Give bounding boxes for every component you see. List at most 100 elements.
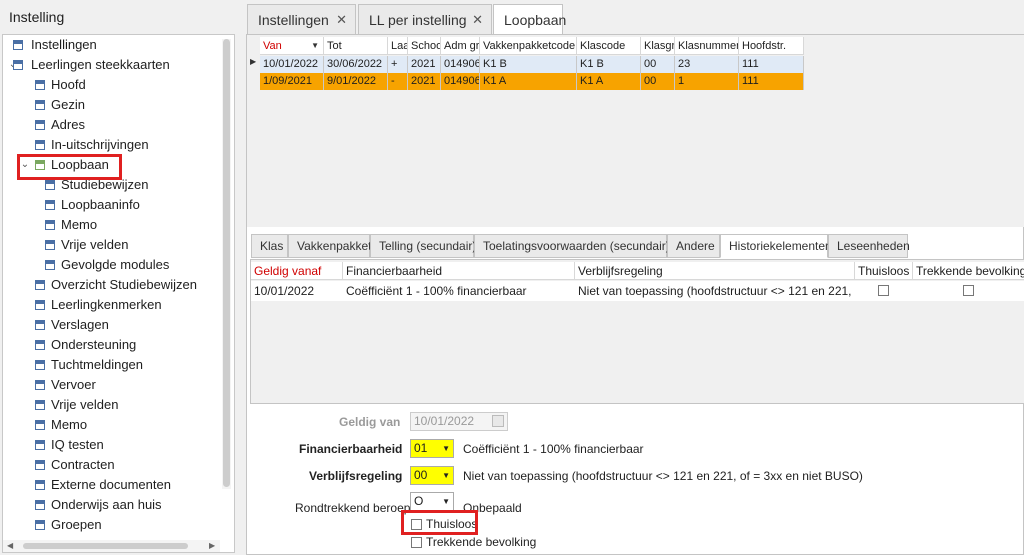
cell-thuisloos[interactable] — [855, 281, 913, 301]
grid-cell[interactable]: - — [388, 73, 408, 90]
cell-financierbaarheid[interactable]: Coëfficiënt 1 - 100% financierbaar — [343, 281, 575, 301]
rondtrekkend-beroep-select[interactable]: O ▼ — [410, 492, 454, 511]
tree-item-vervoer[interactable]: Vervoer — [3, 375, 218, 395]
tree-item-iq-testen[interactable]: IQ testen — [3, 435, 218, 455]
scrollbar-thumb[interactable] — [223, 39, 230, 487]
column-header-klascode[interactable]: Klascode — [577, 37, 641, 55]
tree-item-label: Hoofd — [51, 77, 86, 92]
trekkende-grid-checkbox[interactable] — [963, 285, 974, 296]
scroll-left-icon[interactable]: ◀ — [7, 540, 13, 552]
tree-item-hoofd[interactable]: Hoofd — [3, 75, 218, 95]
column-header-financierbaarheid[interactable]: Financierbaarheid — [343, 262, 575, 280]
close-icon[interactable]: ✕ — [472, 5, 483, 35]
grid-cell[interactable]: K1 B — [480, 56, 577, 73]
tree-item-ondersteuning[interactable]: Ondersteuning — [3, 335, 218, 355]
column-header-klasnummer[interactable]: Klasnummer — [675, 37, 739, 55]
select-value: 01 — [414, 441, 428, 455]
scrollbar-thumb[interactable] — [23, 543, 188, 549]
grid-cell[interactable]: 014906 — [441, 73, 480, 90]
verblijfsregeling-select[interactable]: 00 ▼ — [410, 466, 454, 485]
column-header-hoofdstr[interactable]: Hoofdstr. — [739, 37, 804, 55]
cell-geldig-vanaf[interactable]: 10/01/2022 — [251, 281, 343, 301]
tree-item-leerlingkenmerken[interactable]: Leerlingkenmerken — [3, 295, 218, 315]
column-header-geldig-vanaf[interactable]: Geldig vanaf — [251, 262, 343, 280]
tree-item-in-uitschrijvingen[interactable]: In-uitschrijvingen — [3, 135, 218, 155]
tree-horizontal-scrollbar[interactable]: ◀ ▶ — [3, 540, 220, 552]
tree-item-instellingen[interactable]: Instellingen — [3, 35, 218, 55]
grid-cell[interactable]: 23 — [675, 56, 739, 73]
grid-cell[interactable]: 014906 — [441, 56, 480, 73]
financierbaarheid-select[interactable]: 01 ▼ — [410, 439, 454, 458]
tree-item-groepen[interactable]: Groepen — [3, 515, 218, 535]
grid-cell[interactable]: K1 B — [577, 56, 641, 73]
trekkende-bevolking-checkbox[interactable] — [411, 537, 422, 548]
grid-cell[interactable]: + — [388, 56, 408, 73]
tree-item-onderwijs-aan-huis[interactable]: Onderwijs aan huis — [3, 495, 218, 515]
subtab-andere[interactable]: Andere — [667, 234, 720, 258]
grid-cell[interactable]: 10/01/2022 — [260, 56, 324, 73]
subtab-leseenheden[interactable]: Leseenheden — [828, 234, 910, 258]
tree-item-loopbaaninfo[interactable]: Loopbaaninfo — [3, 195, 218, 215]
subtab-klas[interactable]: Klas — [251, 234, 288, 258]
thuisloos-grid-checkbox[interactable] — [878, 285, 889, 296]
geldig-van-label: Geldig van — [339, 415, 401, 429]
grid-cell[interactable]: 00 — [641, 73, 675, 90]
tree-item-verslagen[interactable]: Verslagen — [3, 315, 218, 335]
close-icon[interactable]: ✕ — [336, 5, 347, 35]
subtab-vakkenpakket[interactable]: Vakkenpakket — [288, 234, 372, 258]
scroll-right-icon[interactable]: ▶ — [209, 540, 215, 552]
tree-item-externe-documenten[interactable]: Externe documenten — [3, 475, 218, 495]
tree-item-memo[interactable]: Memo — [3, 415, 218, 435]
geldig-van-date-field[interactable]: 10/01/2022 — [410, 412, 508, 431]
column-header-laa[interactable]: Laa — [388, 37, 408, 55]
tab-ll-per-instelling[interactable]: LL per instelling ✕ — [358, 4, 492, 34]
dropdown-arrow-icon[interactable]: ▼ — [442, 440, 450, 457]
grid-cell[interactable]: 9/01/2022 — [324, 73, 388, 90]
grid-cell[interactable]: 2021 — [408, 56, 441, 73]
tree-item-vrije-velden[interactable]: Vrije velden — [3, 235, 218, 255]
trekkende-bevolking-label[interactable]: Trekkende bevolking — [426, 535, 536, 549]
column-header-verblijfsregeling[interactable]: Verblijfsregeling — [575, 262, 855, 280]
column-header-tot[interactable]: Tot — [324, 37, 388, 55]
grid-cell[interactable]: 00 — [641, 56, 675, 73]
grid-cell[interactable]: 2021 — [408, 73, 441, 90]
tree-item-contracten[interactable]: Contracten — [3, 455, 218, 475]
tree-item-tuchtmeldingen[interactable]: Tuchtmeldingen — [3, 355, 218, 375]
grid-cell[interactable]: K1 A — [480, 73, 577, 90]
dropdown-arrow-icon[interactable]: ▼ — [442, 493, 450, 510]
subtab-telling-secundair-[interactable]: Telling (secundair) — [370, 234, 476, 258]
subtab-toelatingsvoorwaarden-secundair-[interactable]: Toelatingsvoorwaarden (secundair) — [474, 234, 670, 258]
cell-verblijfsregeling[interactable]: Niet van toepassing (hoofdstructuur <> 1… — [575, 281, 855, 301]
tree-item-gevolgde-modules[interactable]: Gevolgde modules — [3, 255, 218, 275]
dropdown-arrow-icon[interactable]: ▼ — [442, 467, 450, 484]
column-header-thuisloos[interactable]: Thuisloos — [855, 262, 913, 280]
tree-item-memo[interactable]: Memo — [3, 215, 218, 235]
grid-cell[interactable]: 1 — [675, 73, 739, 90]
column-header-school[interactable]: Schoo — [408, 37, 441, 55]
calendar-icon[interactable] — [492, 415, 504, 427]
column-header-van[interactable]: Van ▼ — [260, 37, 324, 55]
tree-vertical-scrollbar[interactable] — [222, 39, 231, 489]
grid-cell[interactable]: 30/06/2022 — [324, 56, 388, 73]
table-icon — [35, 460, 45, 470]
table-icon — [35, 400, 45, 410]
grid-cell[interactable]: 111 — [739, 56, 804, 73]
column-header-klasgr[interactable]: Klasgr — [641, 37, 675, 55]
column-header-vakkenpakketcode[interactable]: Vakkenpakketcode — [480, 37, 577, 55]
cell-trekkende[interactable] — [913, 281, 1024, 301]
tab-loopbaan[interactable]: Loopbaan — [493, 4, 566, 35]
tree-item-vrije-velden[interactable]: Vrije velden — [3, 395, 218, 415]
subtab-historiekelementen[interactable]: Historiekelementen — [720, 234, 832, 258]
column-header-adm[interactable]: Adm gr — [441, 37, 480, 55]
tree-item-leerlingen-steekkaarten[interactable]: ⌄Leerlingen steekkaarten — [3, 55, 218, 75]
tree-item-label: Onderwijs aan huis — [51, 497, 162, 512]
tree-item-gezin[interactable]: Gezin — [3, 95, 218, 115]
grid-cell[interactable]: 1/09/2021 — [260, 73, 324, 90]
tab-instellingen[interactable]: Instellingen ✕ — [247, 4, 356, 34]
grid-cell[interactable]: 111 — [739, 73, 804, 90]
tree-item-adres[interactable]: Adres — [3, 115, 218, 135]
table-icon — [45, 260, 55, 270]
column-header-trekkende-bevolking[interactable]: Trekkende bevolking — [913, 262, 1024, 280]
tree-item-overzicht-studiebewijzen[interactable]: Overzicht Studiebewijzen — [3, 275, 218, 295]
grid-cell[interactable]: K1 A — [577, 73, 641, 90]
